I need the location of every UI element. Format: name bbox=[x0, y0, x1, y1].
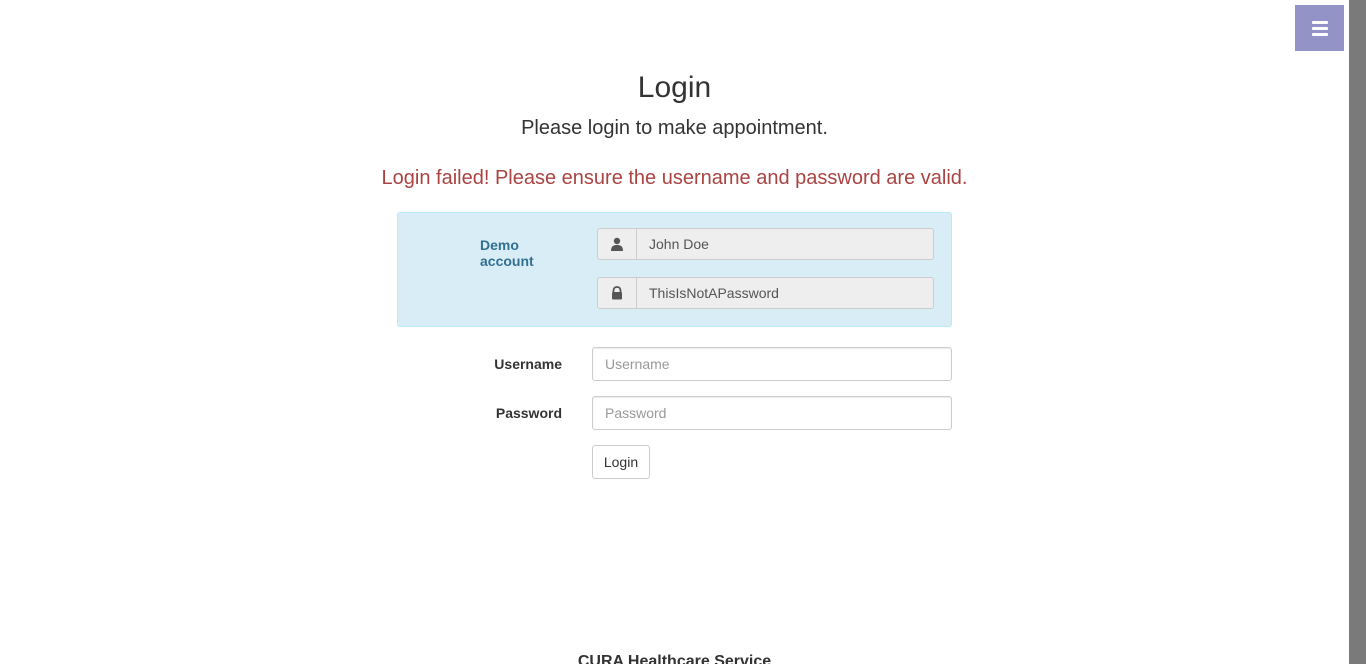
menu-toggle-button[interactable] bbox=[1295, 5, 1344, 51]
demo-account-label: Demo account bbox=[480, 237, 534, 269]
page-scrollbar[interactable] bbox=[1349, 0, 1366, 664]
demo-username-value: John Doe bbox=[649, 236, 709, 252]
login-error-message: Login failed! Please ensure the username… bbox=[381, 167, 968, 189]
lock-icon bbox=[598, 278, 637, 308]
page-subtitle: Please login to make appointment. bbox=[521, 117, 828, 139]
hamburger-icon bbox=[1311, 20, 1328, 36]
username-label: Username bbox=[494, 356, 562, 372]
demo-password-field: ThisIsNotAPassword bbox=[597, 277, 934, 309]
demo-username-field: John Doe bbox=[597, 228, 934, 260]
user-icon bbox=[598, 229, 637, 259]
login-page: Login Please login to make appointment. … bbox=[0, 0, 1366, 664]
login-button[interactable]: Login bbox=[592, 445, 650, 479]
demo-password-value: ThisIsNotAPassword bbox=[649, 285, 779, 301]
password-input[interactable] bbox=[592, 396, 952, 430]
footer-title: CURA Healthcare Service bbox=[577, 653, 772, 664]
password-label: Password bbox=[495, 405, 562, 421]
page-title: Login bbox=[637, 71, 712, 104]
username-input[interactable] bbox=[592, 347, 952, 381]
